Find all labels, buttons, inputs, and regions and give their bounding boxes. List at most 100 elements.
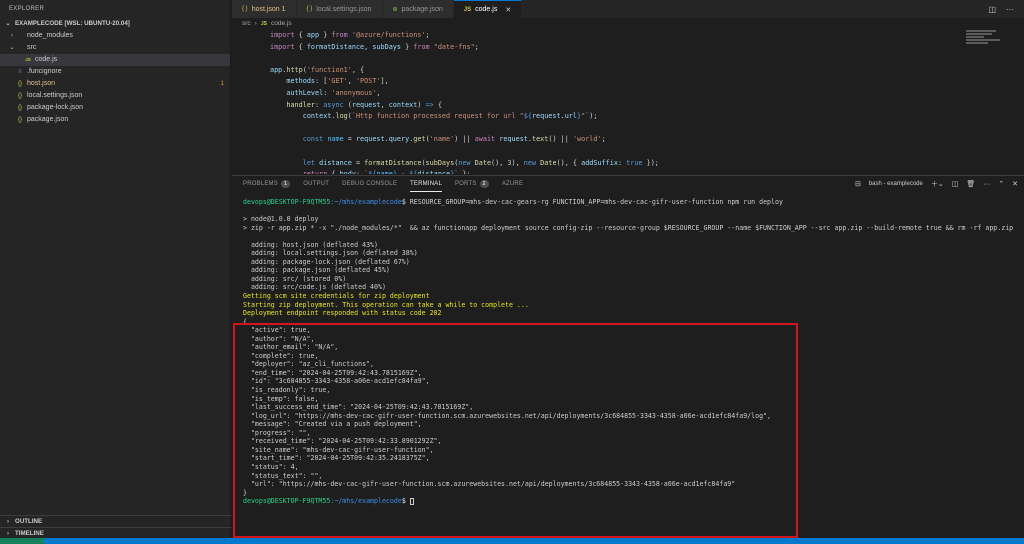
new-terminal-icon[interactable]: ＋⌄ — [931, 179, 944, 189]
file-tree: › node_modules ⌄ src JS code.js ≡ .funcignore {}… — [0, 30, 230, 126]
editor-tab[interactable]: { } host.json 1 — [232, 0, 297, 18]
panel-tab-label: PROBLEMS — [243, 181, 278, 187]
terminal-line: adding: package-lock.json (deflated 67%) — [243, 257, 410, 266]
explorer-sidebar: EXPLORER ⌄ EXAMPLECODE [WSL: UBUNTU-20.0… — [0, 0, 231, 544]
file-tree-item[interactable]: {} package.json — [0, 114, 230, 126]
chevron-down-icon: ⌄ — [5, 21, 11, 27]
editor-actions: ◫ ··· — [988, 0, 1024, 18]
npm-icon: ⊛ — [392, 6, 398, 13]
file-tree-item[interactable]: ⌄ src — [0, 42, 230, 54]
close-icon[interactable]: ✕ — [505, 6, 511, 14]
code-line: context.log(`Http function processed req… — [302, 112, 598, 121]
editor-tab[interactable]: { } local.settings.json — [296, 0, 383, 18]
terminal-name[interactable]: bash - examplecode — [869, 181, 923, 187]
panel-tab[interactable]: OUTPUT — [303, 176, 329, 192]
file-tree-label: .funcignore — [27, 68, 62, 75]
outline-section[interactable]: › OUTLINE — [0, 515, 231, 527]
split-terminal-icon[interactable]: ◫ — [952, 180, 959, 188]
terminal-actions: ⊟ bash - examplecode ＋⌄ ◫ 🗑 ··· ⌃ ✕ — [855, 176, 1018, 192]
explorer-root-folder[interactable]: ⌄ EXAMPLECODE [WSL: UBUNTU-20.04] — [0, 18, 230, 30]
code-line: import { app } from '@azure/functions'; — [270, 31, 430, 39]
panel-tab[interactable]: DEBUG CONSOLE — [342, 176, 397, 192]
breadcrumb-folder[interactable]: src — [242, 18, 251, 30]
terminal-json-line: "is_temp": false, — [243, 394, 319, 403]
terminal-line: > zip -r app.zip * -x "./node_modules/*"… — [243, 223, 1014, 232]
panel-tab-label: AZURE — [501, 181, 524, 187]
code-line: import { formatDistance, subDays } from … — [270, 42, 479, 51]
terminal-json-line: "status_text": "", — [243, 471, 323, 480]
file-tree-item[interactable]: ≡ .funcignore — [0, 66, 230, 78]
editor-tab-label: host.json 1 — [251, 5, 286, 13]
problem-count-badge: 1 — [220, 80, 224, 87]
terminal-json-line: "last_success_end_time": "2024-04-25T09:… — [243, 403, 474, 412]
terminal-json-line: "url": "https://mhs-dev-cac-gifr-user-fu… — [243, 480, 736, 489]
json-file-icon: { } — [242, 6, 248, 12]
terminal-shell-icon: ⊟ — [854, 181, 861, 188]
editor-tab-label: local.settings.json — [316, 5, 372, 13]
terminal-json-line: "author": "N/A", — [243, 334, 315, 343]
terminal-cursor — [409, 497, 414, 505]
status-bar — [0, 538, 1024, 544]
terminal-json-line: "progress": "", — [243, 428, 311, 437]
breadcrumb-file[interactable]: code.js — [271, 18, 292, 30]
more-actions-icon[interactable]: ··· — [983, 181, 990, 188]
terminal-prompt-line: devops@DESKTOP-F9QTM55:~/mhs/examplecode… — [243, 497, 1023, 506]
file-tree-item[interactable]: {} host.json 1 — [0, 78, 230, 90]
code-editor[interactable]: import { app } from '@azure/functions'; … — [232, 30, 992, 174]
more-actions-icon[interactable]: ··· — [1006, 5, 1014, 14]
maximize-panel-icon[interactable]: ⌃ — [998, 180, 1004, 188]
terminal-json-line: "is_readonly": true, — [243, 386, 331, 395]
terminal-output[interactable]: devops@DESKTOP-F9QTM55:~/mhs/examplecode… — [243, 198, 1023, 506]
panel-tab[interactable]: AZURE — [502, 176, 523, 192]
file-tree-item[interactable]: {} local.settings.json — [0, 90, 230, 102]
file-tree-item[interactable]: JS code.js — [0, 54, 230, 66]
terminal-line: adding: src/ (stored 0%) — [243, 274, 347, 283]
editor-tab[interactable]: ⊛ package.json — [382, 0, 454, 18]
breadcrumb-separator-icon: › — [254, 20, 257, 27]
terminal-json-line: "end_time": "2024-04-25T09:42:43.7815169… — [243, 368, 422, 377]
chevron-right-icon: › — [11, 33, 13, 39]
file-tree-label: package.json — [27, 116, 69, 123]
editor-tab-label: package.json — [401, 5, 443, 13]
prompt-path: :~/mhs/examplecode — [330, 497, 402, 506]
chevron-down-icon: ⌄ — [9, 45, 15, 51]
code-line: methods: ['GET', 'POST'], — [286, 77, 389, 86]
terminal-line: adding: local.settings.json (deflated 38… — [243, 249, 418, 258]
file-tree-label: local.settings.json — [27, 92, 83, 99]
terminal-json-line: "deployer": "az_cli_functions", — [243, 360, 375, 369]
file-tree-item[interactable]: {} package-lock.json — [0, 102, 230, 114]
editor-tab[interactable]: JS code.js ✕ — [453, 0, 523, 18]
js-file-icon: JS — [260, 21, 267, 27]
root-folder-label: EXAMPLECODE [WSL: UBUNTU-20.04] — [15, 20, 130, 27]
panel-tab[interactable]: TERMINAL — [410, 176, 442, 192]
folder-icon — [16, 32, 24, 40]
terminal-line: adding: package.json (deflated 45%) — [243, 266, 390, 275]
panel-tab-label: OUTPUT — [303, 181, 330, 187]
terminal-command-line: devops@DESKTOP-F9QTM55:~/mhs/examplecode… — [243, 198, 783, 206]
terminal-json-line: "received_time": "2024-04-25T09:42:33.89… — [243, 437, 442, 446]
js-file-icon: JS — [463, 6, 472, 13]
file-tree-label: package-lock.json — [27, 104, 84, 111]
json-file-icon: {} — [17, 117, 22, 123]
minimap[interactable] — [966, 30, 1006, 50]
file-tree-label: host.json — [27, 80, 56, 87]
terminal-json-line: "log_url": "https://mhs-dev-cac-gifr-use… — [243, 411, 771, 420]
code-line: handler: async (request, context) => { — [286, 100, 442, 109]
outline-label: OUTLINE — [15, 517, 43, 525]
trash-icon[interactable]: 🗑 — [966, 180, 975, 188]
remote-indicator[interactable] — [0, 538, 44, 544]
file-tree-label: code.js — [35, 56, 58, 63]
terminal-command: RESOURCE_GROUP=mhs-dev-cac-gears-rg FUNC… — [409, 198, 783, 206]
panel-tab-badge: 1 — [280, 180, 291, 188]
json-file-icon: {} — [17, 93, 22, 99]
terminal-warning-line: Getting scm site credentials for zip dep… — [243, 292, 430, 301]
panel-tab[interactable]: PORTS 2 — [455, 176, 489, 192]
editor-tab-bar: { } host.json 1{ } local.settings.json ⊛ pac… — [232, 0, 1024, 18]
panel-tab-badge: 2 — [479, 180, 489, 188]
split-editor-icon[interactable]: ◫ — [988, 5, 996, 14]
close-panel-icon[interactable]: ✕ — [1012, 180, 1018, 188]
file-tree-item[interactable]: › node_modules — [0, 30, 230, 42]
prompt-path: :~/mhs/examplecode — [330, 198, 402, 206]
panel-tab[interactable]: PROBLEMS 1 — [243, 176, 291, 192]
